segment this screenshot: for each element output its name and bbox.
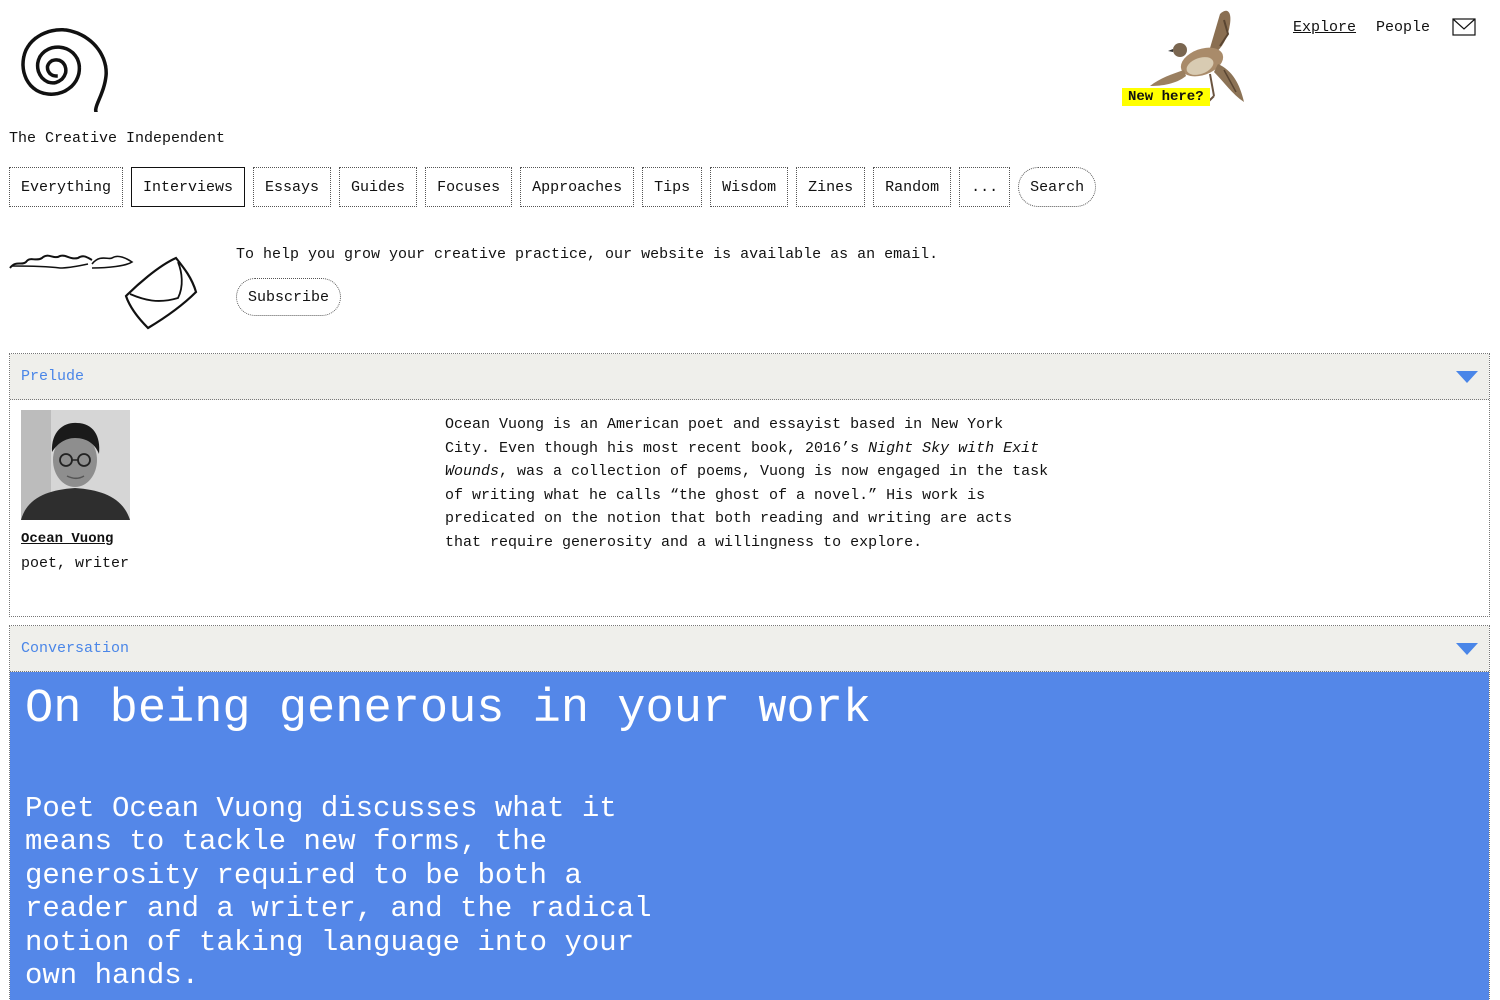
nav-zines[interactable]: Zines — [796, 167, 866, 207]
article-dek: Poet Ocean Vuong discusses what it means… — [25, 792, 652, 993]
nav-approaches[interactable]: Approaches — [520, 167, 635, 207]
nav-more[interactable]: ... — [959, 167, 1011, 207]
nav-random[interactable]: Random — [873, 167, 952, 207]
nav-focuses[interactable]: Focuses — [425, 167, 513, 207]
nav-everything[interactable]: Everything — [9, 167, 124, 207]
subscribe-button[interactable]: Subscribe — [236, 278, 342, 316]
spiral-logo[interactable] — [8, 10, 120, 112]
author-name-link[interactable]: Ocean Vuong — [21, 531, 113, 547]
new-here-badge[interactable]: New here? — [1122, 88, 1210, 106]
site-name[interactable]: The Creative Independent — [9, 130, 225, 147]
bio-text-end: , was a collection of poems, Vuong is no… — [445, 463, 1049, 551]
envelope-illustration — [9, 254, 198, 330]
search-button[interactable]: Search — [1018, 167, 1097, 207]
prelude-header[interactable]: Prelude — [10, 354, 1489, 400]
collapse-triangle-icon[interactable] — [1456, 370, 1478, 383]
prelude-body: Ocean Vuong poet, writer Ocean Vuong is … — [10, 400, 1489, 616]
conversation-hero: On being generous in your work Poet Ocea… — [10, 672, 1489, 1000]
nav-guides[interactable]: Guides — [339, 167, 418, 207]
author-role: poet, writer — [21, 555, 130, 572]
newsletter-text: To help you grow your creative practice,… — [236, 246, 939, 263]
explore-link[interactable]: Explore — [1293, 19, 1356, 36]
people-link[interactable]: People — [1376, 19, 1430, 36]
article-title: On being generous in your work — [25, 683, 872, 736]
nav-wisdom[interactable]: Wisdom — [710, 167, 789, 207]
mail-icon[interactable] — [1452, 18, 1476, 36]
conversation-panel: Conversation On being generous in your w… — [9, 625, 1490, 1000]
conversation-title: Conversation — [21, 640, 130, 657]
top-nav: Explore People — [1293, 18, 1476, 36]
prelude-panel: Prelude Ocean Vuong poet, writer Ocean V… — [9, 353, 1490, 617]
conversation-header[interactable]: Conversation — [10, 626, 1489, 672]
nav-interviews[interactable]: Interviews — [131, 167, 246, 207]
prelude-title: Prelude — [21, 368, 85, 385]
author-bio: Ocean Vuong is an American poet and essa… — [445, 413, 1055, 555]
author-portrait[interactable] — [21, 410, 130, 520]
collapse-triangle-icon[interactable] — [1456, 642, 1478, 655]
category-nav: Everything Interviews Essays Guides Focu… — [9, 167, 1104, 207]
nav-essays[interactable]: Essays — [253, 167, 332, 207]
nav-tips[interactable]: Tips — [642, 167, 703, 207]
